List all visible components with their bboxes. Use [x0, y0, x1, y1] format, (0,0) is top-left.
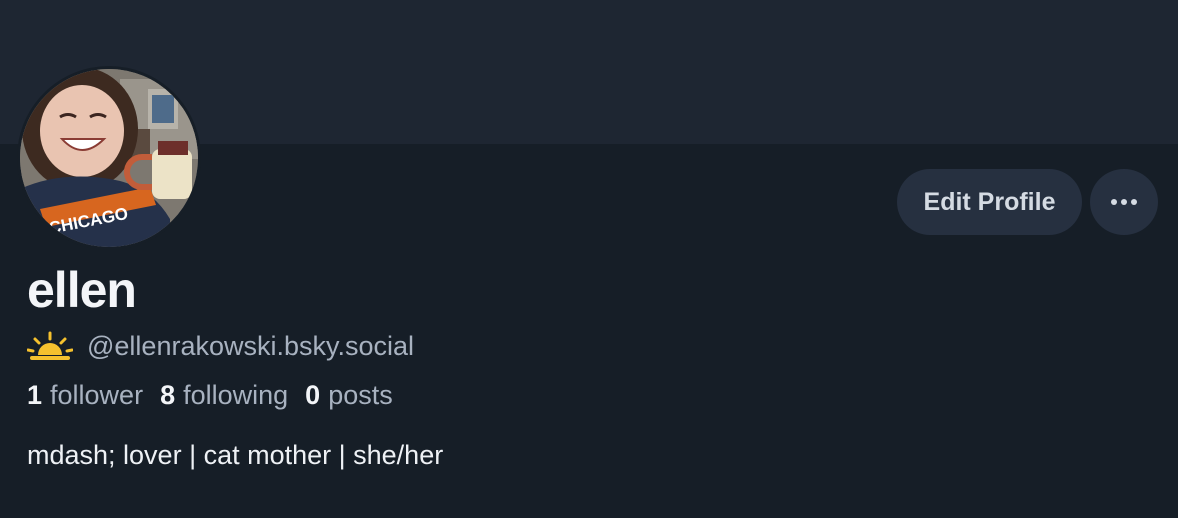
following-label: following [183, 380, 289, 410]
posts-stat: 0 posts [305, 380, 393, 411]
sunrise-emoji-icon [26, 331, 74, 361]
following-link[interactable]: 8 following [160, 380, 288, 411]
profile-stats: 1 follower 8 following 0 posts [27, 380, 410, 411]
posts-count: 0 [305, 380, 321, 410]
profile-bio: mdash; lover | cat mother | she/her [27, 440, 444, 470]
handle-row: @ellenrakowski.bsky.social [26, 327, 414, 365]
avatar-photo: CHICAGO [20, 69, 198, 247]
followers-link[interactable]: 1 follower [27, 380, 143, 411]
following-count: 8 [160, 380, 176, 410]
display-name: ellen [27, 262, 137, 318]
profile-page: CHICAGO Edit Profile ellen @ellenrakowsk… [0, 0, 1178, 518]
more-options-button[interactable] [1090, 169, 1158, 235]
posts-label: posts [328, 380, 393, 410]
ellipsis-icon [1110, 193, 1138, 211]
edit-profile-button[interactable]: Edit Profile [897, 169, 1082, 235]
avatar[interactable]: CHICAGO [17, 66, 201, 250]
handle[interactable]: @ellenrakowski.bsky.social [87, 331, 414, 362]
followers-label: follower [50, 380, 144, 410]
followers-count: 1 [27, 380, 43, 410]
